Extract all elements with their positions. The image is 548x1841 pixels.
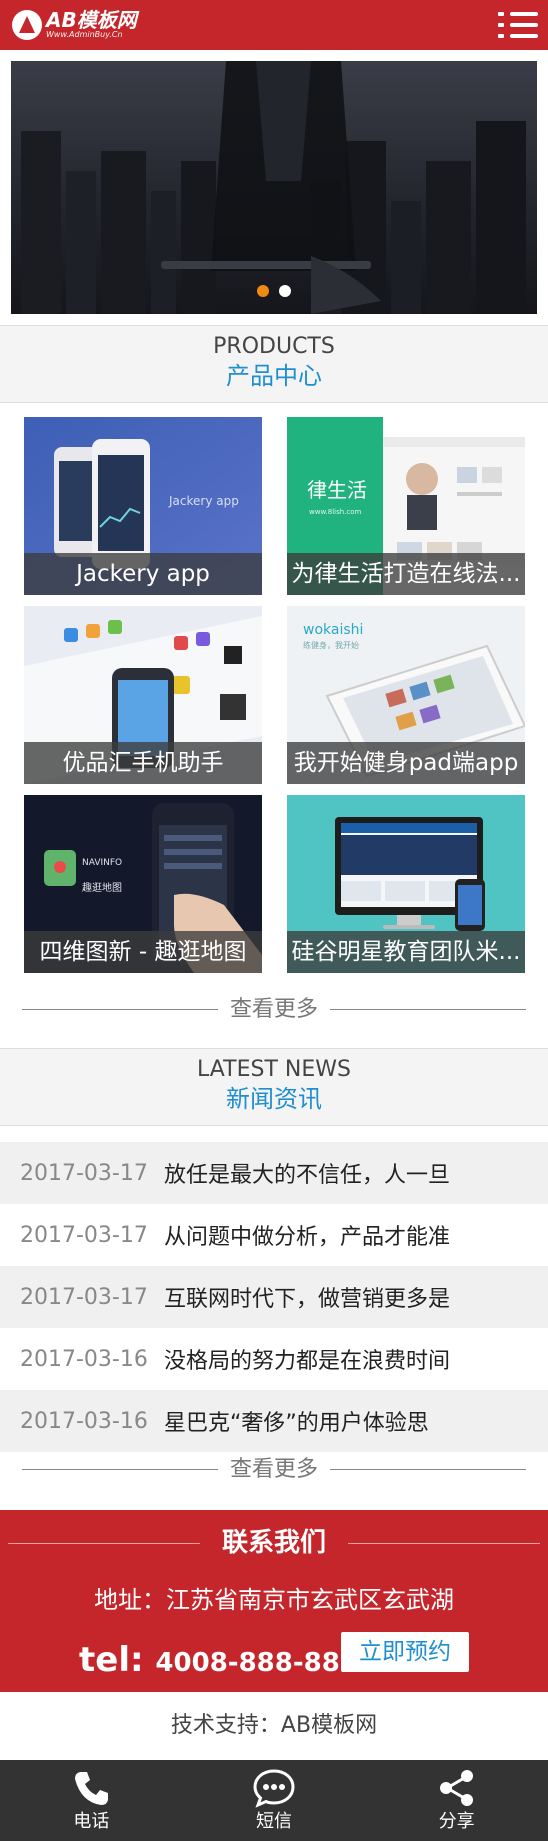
logo-title: AB模板网 (46, 8, 137, 32)
products-title-cn: 产品中心 (226, 362, 322, 390)
svg-text:律生活: 律生活 (307, 478, 367, 502)
carousel-dot-active[interactable] (257, 285, 269, 297)
news-title: 放任是最大的不信任，人一旦 (164, 1163, 451, 1188)
contact-tel[interactable]: tel: 4008-888-888 (79, 1640, 358, 1683)
menu-icon (498, 12, 504, 16)
product-label: 四维图新 - 趣逛地图 (24, 931, 262, 973)
news-title: 星巴克“奢侈”的用户体验思 (164, 1411, 429, 1436)
news-more-label: 查看更多 (229, 1457, 318, 1482)
news-date: 2017-03-16 (20, 1408, 148, 1434)
contact-heading-row: 联系我们 (0, 1526, 548, 1560)
carousel-dot[interactable] (279, 285, 291, 297)
news-item[interactable]: 2017-03-16 没格局的努力都是在浪费时间 (0, 1328, 548, 1390)
bottom-nav-label: 电话 (73, 1811, 110, 1832)
news-section-title: LATEST NEWS 新闻资讯 (0, 1048, 548, 1126)
product-card[interactable]: Jackery app Jackery app (24, 417, 262, 595)
bottom-nav-label: 短信 (256, 1811, 292, 1832)
banner-carousel[interactable] (11, 61, 537, 314)
products-title-en: PRODUCTS (213, 334, 335, 359)
news-date: 2017-03-17 (20, 1284, 148, 1310)
bottom-nav-sms[interactable]: 短信 (183, 1760, 366, 1841)
products-section-title: PRODUCTS 产品中心 (0, 325, 548, 403)
divider (8, 1543, 200, 1544)
divider (348, 1543, 540, 1544)
logo[interactable]: AB模板网 Www.AdminBuy.Cn (12, 9, 137, 41)
logo-subtitle: Www.AdminBuy.Cn (46, 30, 123, 39)
product-card[interactable]: 硅谷明星教育团队米... (287, 795, 525, 973)
page: AB模板网 Www.AdminBuy.Cn PRODUCTS 产品中心 Jack… (0, 0, 548, 1841)
bottom-nav-share[interactable]: 分享 (365, 1760, 548, 1841)
news-item[interactable]: 2017-03-16 星巴克“奢侈”的用户体验思 (0, 1390, 548, 1452)
news-date: 2017-03-17 (20, 1160, 148, 1186)
contact-address: 地址：江苏省南京市玄武区玄武湖 (94, 1586, 454, 1614)
news-date: 2017-03-17 (20, 1222, 148, 1248)
news-title: 没格局的努力都是在浪费时间 (164, 1349, 451, 1374)
product-card[interactable]: 优品汇手机助手 (24, 606, 262, 784)
news-title: 从问题中做分析，产品才能准 (164, 1225, 451, 1250)
logo-mark-icon (12, 10, 42, 40)
bottom-nav-phone[interactable]: 电话 (0, 1760, 183, 1841)
tel-label: tel: (79, 1640, 144, 1680)
chat-icon (253, 1769, 295, 1808)
product-card[interactable]: 律生活 www.8lish.com 为律生活打造在线法... (287, 417, 525, 595)
header: AB模板网 Www.AdminBuy.Cn (0, 0, 548, 50)
svg-text:www.8lish.com: www.8lish.com (309, 508, 362, 516)
news-date: 2017-03-16 (20, 1346, 148, 1372)
bottom-nav-label: 分享 (438, 1811, 475, 1832)
product-label: 我开始健身pad端app (287, 742, 525, 784)
phone-icon (75, 1772, 109, 1805)
news-title-cn: 新闻资讯 (226, 1085, 322, 1113)
book-now-button[interactable]: 立即预约 (341, 1632, 469, 1672)
news-title-en: LATEST NEWS (197, 1057, 351, 1082)
svg-text:趣逛地图: 趣逛地图 (82, 881, 122, 894)
product-card[interactable]: wokaishi 练健身，我开始 我开始健身pad端app (287, 606, 525, 784)
product-label: 为律生活打造在线法... (287, 553, 525, 595)
menu-button[interactable] (498, 10, 538, 40)
news-item[interactable]: 2017-03-17 从问题中做分析，产品才能准 (0, 1204, 548, 1266)
product-label: Jackery app (24, 553, 262, 595)
share-icon (439, 1770, 473, 1806)
bottom-nav: 电话 短信 分享 (0, 1760, 548, 1841)
svg-text:NAVINFO: NAVINFO (82, 858, 122, 868)
contact-section: 联系我们 地址：江苏省南京市玄武区玄武湖 tel: 4008-888-888 立… (0, 1510, 548, 1692)
svg-text:Jackery app: Jackery app (168, 494, 239, 508)
product-card[interactable]: NAVINFO 趣逛地图 四维图新 - 趣逛地图 (24, 795, 262, 973)
products-more-link[interactable]: 查看更多 (22, 995, 526, 1025)
news-item[interactable]: 2017-03-17 互联网时代下，做营销更多是 (0, 1266, 548, 1328)
product-label: 硅谷明星教育团队米... (287, 931, 525, 973)
news-item[interactable]: 2017-03-17 放任是最大的不信任，人一旦 (0, 1142, 548, 1204)
news-title: 互联网时代下，做营销更多是 (164, 1287, 451, 1312)
svg-text:wokaishi: wokaishi (303, 622, 363, 638)
carousel-dots (257, 285, 291, 297)
product-label: 优品汇手机助手 (24, 742, 262, 784)
banner-image (11, 61, 537, 314)
products-more-label: 查看更多 (229, 997, 318, 1022)
contact-heading: 联系我们 (221, 1528, 326, 1558)
tech-support: 技术支持：AB模板网 (0, 1692, 548, 1760)
news-more-link[interactable]: 查看更多 (22, 1455, 526, 1485)
svg-text:练健身，我开始: 练健身，我开始 (303, 640, 359, 650)
tel-number: 4008-888-888 (155, 1648, 358, 1678)
